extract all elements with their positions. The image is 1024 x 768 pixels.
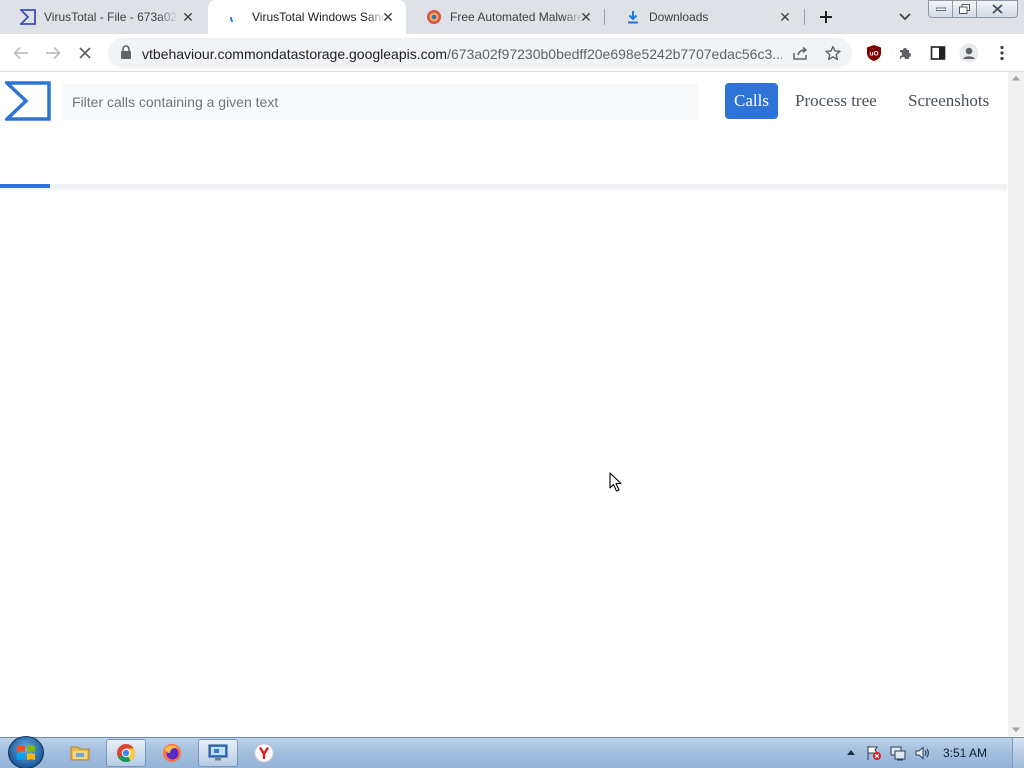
scroll-up-arrow-icon[interactable] — [1012, 74, 1020, 82]
download-icon — [625, 9, 641, 25]
tab-downloads[interactable]: Downloads ✕ — [605, 0, 803, 34]
tab-title: VirusTotal - File - 673a02f97230b0bedff2… — [44, 10, 178, 24]
extensions-puzzle-icon[interactable] — [895, 42, 917, 64]
scroll-down-arrow-icon[interactable] — [1012, 726, 1020, 734]
virustotal-sigma-icon — [20, 9, 36, 25]
action-center-flag-icon[interactable] — [866, 745, 882, 761]
loading-spinner-icon — [228, 9, 244, 25]
tab-hybrid-analysis[interactable]: Free Automated Malware Analysis Service … — [406, 0, 604, 34]
close-tab-icon[interactable]: ✕ — [380, 9, 396, 25]
url-host: vtbehaviour.commondatastorage.googleapis… — [142, 46, 448, 62]
close-tab-icon[interactable]: ✕ — [578, 9, 594, 25]
windows-taskbar: 3:51 AM — [0, 736, 1024, 768]
share-icon[interactable] — [790, 42, 812, 64]
new-tab-icon[interactable] — [816, 7, 836, 27]
chrome-icon[interactable] — [106, 739, 146, 767]
address-bar[interactable]: vtbehaviour.commondatastorage.googleapis… — [108, 38, 852, 68]
volume-speaker-icon[interactable] — [914, 745, 930, 761]
calls-tab-button[interactable]: Calls — [725, 83, 778, 119]
lock-icon[interactable] — [120, 45, 132, 63]
forward-arrow-icon[interactable] — [42, 42, 64, 64]
tab-title: Free Automated Malware Analysis Service — [450, 10, 584, 24]
browser-toolbar: vtbehaviour.commondatastorage.googleapis… — [0, 34, 1024, 72]
virustotal-logo-icon[interactable] — [2, 81, 51, 121]
sandbox-page: Calls Process tree Screenshots — [0, 72, 1007, 736]
page-scrollbar[interactable] — [1008, 72, 1024, 736]
tab-virustotal-file[interactable]: VirusTotal - File - 673a02f97230b0bedff2… — [0, 0, 206, 34]
explorer-icon[interactable] — [60, 739, 100, 767]
screenshots-tab-button[interactable]: Screenshots — [900, 83, 997, 119]
yandex-icon[interactable] — [244, 739, 284, 767]
show-hidden-icons-icon[interactable] — [846, 747, 856, 757]
hybrid-analysis-icon — [426, 9, 442, 25]
show-desktop-button[interactable] — [1012, 738, 1024, 768]
tab-title: VirusTotal Windows Sandbox — [252, 10, 386, 24]
start-button-icon[interactable] — [8, 736, 44, 768]
clock-time[interactable]: 3:51 AM — [943, 746, 987, 760]
bookmark-star-icon[interactable] — [822, 42, 844, 64]
tab-virustotal-sandbox[interactable]: VirusTotal Windows Sandbox ✕ — [208, 0, 406, 34]
profile-avatar-icon[interactable] — [958, 42, 980, 64]
tab-title: Downloads — [649, 10, 709, 24]
url-path: /673a02f97230b0bedff20e698e5242b7707edac… — [447, 46, 782, 62]
tab-separator — [804, 9, 805, 25]
filter-calls-input[interactable] — [62, 84, 698, 120]
url-text[interactable]: vtbehaviour.commondatastorage.googleapis… — [142, 46, 782, 62]
ublock-origin-icon[interactable]: uO — [863, 42, 885, 64]
close-tab-icon[interactable]: ✕ — [777, 9, 793, 25]
mouse-cursor-icon — [609, 472, 623, 492]
stop-loading-icon[interactable] — [74, 42, 96, 64]
menu-kebab-icon[interactable] — [991, 42, 1013, 64]
chevron-down-icon[interactable] — [896, 8, 914, 26]
network-icon[interactable] — [890, 745, 906, 761]
tab-strip: VirusTotal - File - 673a02f97230b0bedff2… — [0, 0, 1024, 34]
process-tree-tab-button[interactable]: Process tree — [787, 83, 885, 119]
loading-progress-bar — [0, 184, 50, 188]
back-arrow-icon[interactable] — [10, 42, 32, 64]
close-tab-icon[interactable]: ✕ — [180, 9, 196, 25]
minimize-window-icon[interactable] — [928, 0, 953, 18]
remote-desktop-icon[interactable] — [198, 739, 238, 767]
loading-progress-track — [0, 184, 1007, 188]
restore-window-icon[interactable] — [952, 0, 977, 18]
close-window-icon[interactable] — [976, 0, 1018, 18]
svg-text:uO: uO — [869, 51, 878, 58]
firefox-icon[interactable] — [152, 739, 192, 767]
side-panel-icon[interactable] — [927, 42, 949, 64]
